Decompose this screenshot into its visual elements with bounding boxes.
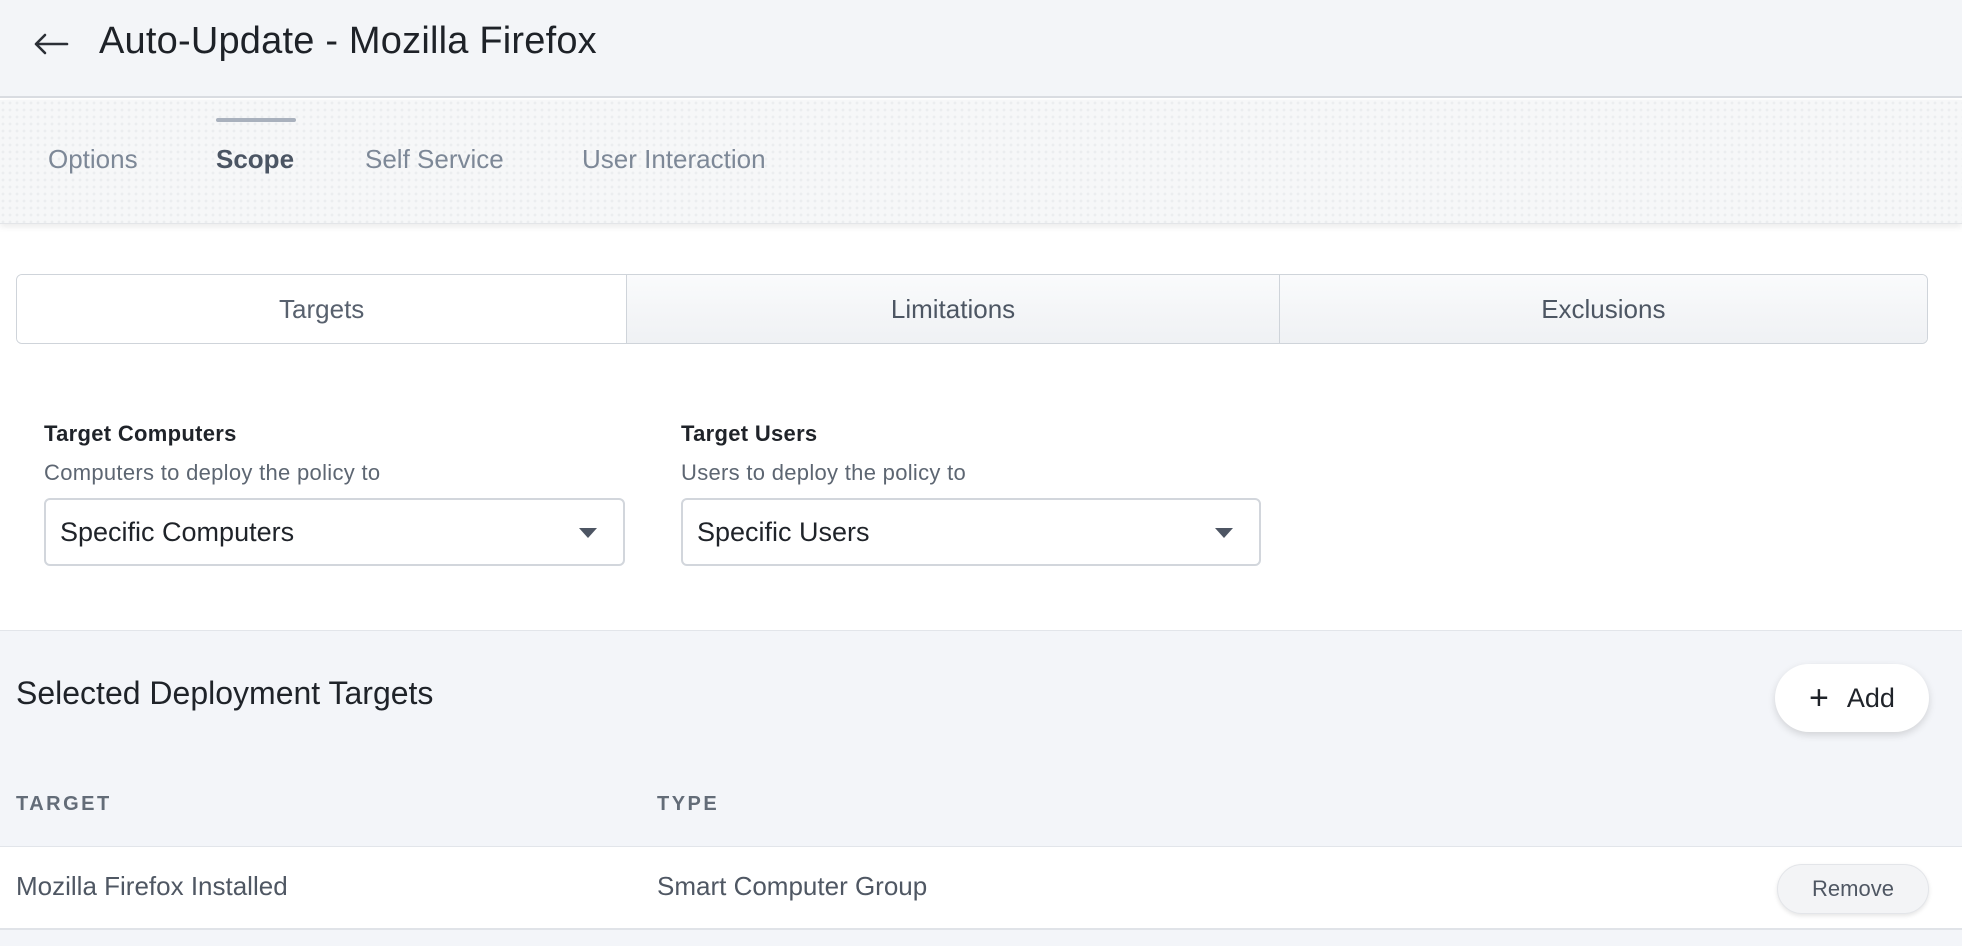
segment-targets[interactable]: Targets [17,275,627,343]
column-header-type: TYPE [657,793,720,815]
cell-target: Mozilla Firefox Installed [16,871,288,901]
target-computers-description: Computers to deploy the policy to [44,460,381,485]
target-computers-select[interactable]: Specific Computers [44,498,625,566]
target-computers-title: Target Computers [44,421,237,446]
page-header: Auto-Update - Mozilla Firefox [0,0,1962,98]
back-button[interactable] [28,24,74,64]
column-header-target: TARGET [16,793,112,815]
add-button-label: Add [1846,682,1895,713]
section-title: Selected Deployment Targets [16,675,434,711]
add-button[interactable]: + Add [1775,664,1929,732]
target-computers-value: Specific Computers [60,517,295,547]
segment-limitations[interactable]: Limitations [626,275,1279,343]
active-tab-indicator [216,118,296,122]
remove-button[interactable]: Remove [1777,864,1929,914]
target-users-description: Users to deploy the policy to [681,460,967,485]
tab-scope[interactable]: Scope [216,144,294,175]
caret-down-icon [1215,528,1233,538]
plus-icon: + [1809,679,1829,717]
arrow-left-icon [34,33,69,55]
scope-segmented-control: Targets Limitations Exclusions [16,274,1928,344]
tab-options[interactable]: Options [48,144,138,175]
target-users-value: Specific Users [697,517,870,547]
target-users-title: Target Users [681,421,818,446]
target-users-select[interactable]: Specific Users [681,498,1261,566]
tab-self-service[interactable]: Self Service [365,144,504,175]
tab-user-interaction[interactable]: User Interaction [582,144,766,175]
caret-down-icon [579,528,597,538]
segment-exclusions[interactable]: Exclusions [1278,275,1927,343]
table-row: Mozilla Firefox Installed Smart Computer… [0,846,1962,930]
cell-type: Smart Computer Group [657,871,928,901]
page-title: Auto-Update - Mozilla Firefox [99,20,597,62]
